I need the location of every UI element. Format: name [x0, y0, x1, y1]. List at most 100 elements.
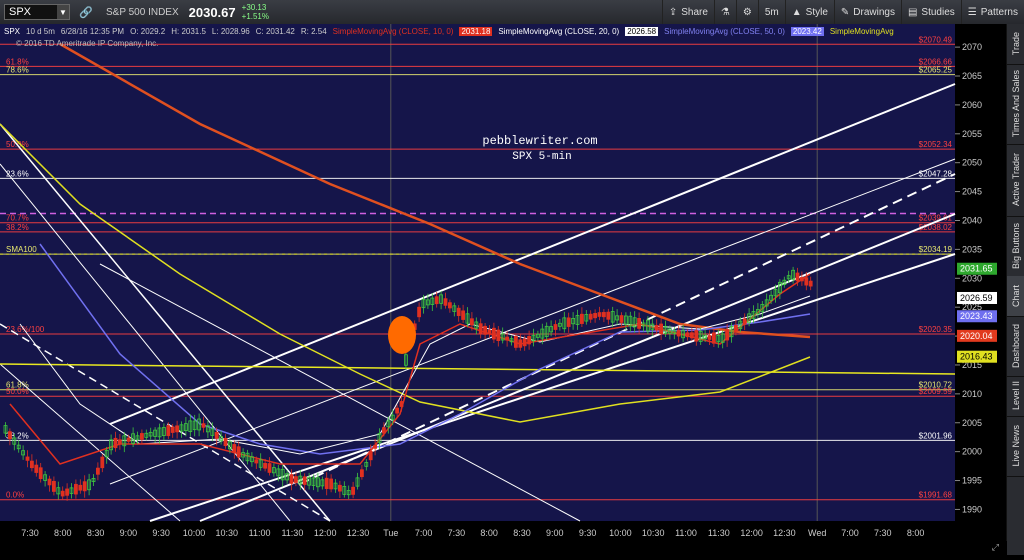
fib-price-label: $2070.49: [919, 35, 953, 44]
pencil-icon: ✎: [840, 6, 850, 18]
tab-level-ii[interactable]: Level II: [1007, 376, 1024, 417]
tab-dashboard[interactable]: Dashboard: [1007, 316, 1024, 377]
candle-body: [263, 463, 268, 469]
candle-body: [113, 437, 118, 449]
x-tick-label: 7:30: [448, 528, 466, 538]
candle-body: [505, 336, 510, 341]
candle-body: [593, 313, 597, 319]
price-badge-label: 2023.43: [960, 311, 993, 321]
tab-active-trader[interactable]: Active Trader: [1007, 144, 1024, 217]
candle-body: [100, 456, 105, 469]
legend-open: O: 2029.2: [130, 26, 166, 36]
share-button[interactable]: ⇪ Share: [661, 0, 714, 24]
y-tick-label: 2000: [962, 447, 982, 457]
candle-body: [469, 318, 474, 326]
fib-price-label: $1991.68: [919, 491, 953, 500]
candle-body: [619, 315, 624, 323]
candle-body: [707, 335, 712, 340]
symbol-input[interactable]: SPX ▼: [4, 4, 70, 20]
legend-sma20: SimpleMovingAvg (CLOSE, 20, 0): [498, 26, 620, 36]
x-tick-label: 8:30: [87, 528, 105, 538]
x-tick-label: Tue: [383, 528, 398, 538]
candle-body: [637, 318, 641, 329]
chart-area[interactable]: 61.8%$2066.6678.6%$2065.2550.0%$2052.342…: [0, 24, 1007, 555]
fib-price-label: $2001.96: [919, 431, 953, 440]
x-tick-label: 11:30: [281, 528, 303, 538]
candle-body: [381, 427, 386, 434]
y-tick-label: 2070: [962, 42, 982, 52]
highlight-marker: [388, 316, 416, 354]
interval-button[interactable]: 5m: [757, 0, 785, 24]
fib-pct-label: 23.6%/100: [6, 325, 45, 334]
candle-body: [553, 324, 558, 330]
tab-chart[interactable]: Chart: [1007, 276, 1024, 317]
x-tick-label: 9:30: [579, 528, 597, 538]
x-tick-label: 8:00: [54, 528, 72, 538]
y-tick-label: 2030: [962, 273, 982, 283]
legend-period: 10 d 5m: [26, 26, 55, 36]
candle-body: [522, 338, 527, 347]
candle-body: [34, 464, 39, 473]
x-tick-label: 12:30: [773, 528, 796, 538]
style-button[interactable]: ▲ Style: [784, 0, 834, 24]
candle-body: [170, 426, 175, 433]
drawings-button[interactable]: ✎ Drawings: [833, 0, 901, 24]
candle-body: [96, 467, 100, 475]
tab-label: Level II: [1010, 381, 1021, 411]
price-badge-label: 2026.59: [960, 293, 993, 303]
x-tick-label: 7:00: [841, 528, 859, 538]
candle-body: [725, 329, 729, 341]
candle-body: [597, 312, 602, 317]
studies-label: Studies: [921, 6, 955, 18]
tab-label: Live News: [1010, 425, 1021, 467]
x-tick-label: 10:00: [609, 528, 632, 538]
tab-live-news[interactable]: Live News: [1007, 416, 1024, 477]
candle-body: [25, 456, 30, 461]
tab-label: Big Buttons: [1010, 222, 1021, 270]
x-tick-label: 12:00: [740, 528, 763, 538]
x-tick-label: 11:30: [708, 528, 730, 538]
legend-range: R: 2.54: [300, 26, 327, 36]
candle-body: [74, 483, 78, 495]
fib-pct-label: SMA100: [6, 245, 37, 254]
settings-button[interactable]: ⚙: [735, 0, 758, 24]
legend-sma50: SimpleMovingAvg (CLOSE, 50, 0): [664, 26, 785, 36]
patterns-button[interactable]: ☰ Patterns: [960, 0, 1024, 24]
candle-body: [487, 329, 492, 335]
fib-pct-label: 23.6%: [6, 169, 29, 178]
flask-button[interactable]: ⚗: [713, 0, 736, 24]
price-badge-label: 2016.43: [960, 352, 993, 362]
x-tick-label: 11:00: [675, 528, 697, 538]
candle-body: [289, 474, 294, 484]
candle-body: [518, 339, 523, 348]
toolbar: SPX ▼ 🔗 S&P 500 INDEX 2030.67 +30.13 +1.…: [0, 0, 1024, 25]
candle-body: [795, 272, 800, 282]
y-tick-label: 2065: [962, 71, 982, 81]
link-icon[interactable]: 🔗: [78, 6, 94, 19]
fib-price-label: $2065.25: [919, 66, 953, 75]
change-value: +30.13: [241, 3, 267, 12]
tab-big-buttons[interactable]: Big Buttons: [1007, 216, 1024, 277]
studies-button[interactable]: ▤ Studies: [900, 0, 961, 24]
price-chart[interactable]: 61.8%$2066.6678.6%$2065.2550.0%$2052.342…: [0, 24, 1007, 555]
chevron-down-icon[interactable]: ▼: [57, 5, 69, 19]
copyright: © 2016 TD Ameritrade IP Company, Inc.: [16, 39, 158, 48]
y-tick-label: 2010: [962, 389, 982, 399]
patterns-icon: ☰: [967, 6, 977, 18]
last-price: 2030.67: [188, 4, 236, 20]
y-tick-label: 2055: [962, 129, 982, 139]
index-name: S&P 500 INDEX: [106, 6, 179, 18]
x-tick-label: 10:30: [216, 528, 239, 538]
candle-body: [254, 459, 259, 464]
tab-times-and-sales[interactable]: Times And Sales: [1007, 64, 1024, 145]
candle-body: [434, 296, 439, 305]
tab-trade[interactable]: Trade: [1007, 24, 1024, 65]
expand-icon[interactable]: ⤢: [992, 542, 999, 553]
candle-body: [351, 486, 356, 495]
x-tick-label: 10:30: [642, 528, 665, 538]
flask-icon: ⚗: [720, 6, 730, 18]
candle-body: [7, 431, 12, 440]
candle-body: [118, 439, 122, 445]
candle-body: [659, 323, 663, 335]
x-tick-label: 10:00: [183, 528, 206, 538]
